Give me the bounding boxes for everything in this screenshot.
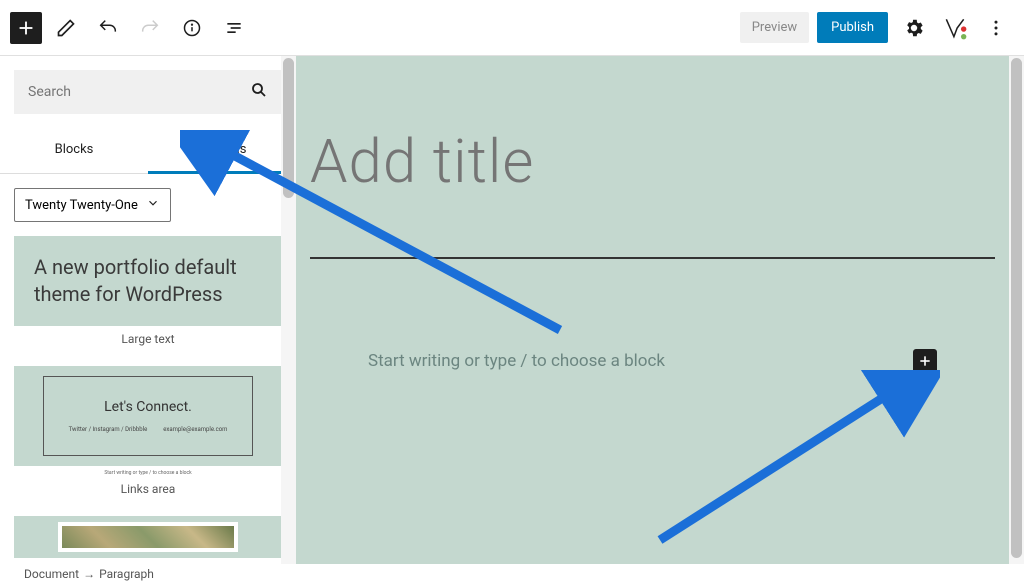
undo-icon[interactable] [90,10,126,46]
block-placeholder-text: Start writing or type / to choose a bloc… [368,351,913,371]
block-inserter-panel: Blocks Patterns Twenty Twenty-One A new … [0,56,296,564]
sidebar-scrollbar[interactable] [281,56,296,564]
tab-blocks[interactable]: Blocks [0,128,148,174]
title-underline [310,257,995,259]
tab-patterns[interactable]: Patterns [148,128,296,174]
inserter-tabs: Blocks Patterns [0,128,296,174]
pattern-item[interactable] [14,516,282,558]
default-block-appender[interactable]: Start writing or type / to choose a bloc… [310,349,995,373]
pattern-preview-image [14,516,282,558]
breadcrumb-arrow: → [83,567,95,581]
toolbar-right-group: Preview Publish [740,10,1014,46]
pattern-item[interactable]: A new portfolio default theme for WordPr… [14,236,282,360]
toggle-inserter-button[interactable] [10,12,42,44]
pattern-image-placeholder [58,522,238,552]
sidebar-scroll-thumb[interactable] [283,58,294,198]
publish-button[interactable]: Publish [817,12,888,43]
search-field-wrap [14,70,282,114]
breadcrumb-paragraph[interactable]: Paragraph [99,567,154,581]
outline-icon[interactable] [216,10,252,46]
links-title: Let's Connect. [104,398,192,417]
search-input[interactable] [28,84,250,100]
details-icon[interactable] [174,10,210,46]
pattern-label: Large text [14,326,282,360]
editor-toolbar: Preview Publish [0,0,1024,56]
pattern-category-label: Twenty Twenty-One [25,198,138,213]
search-icon [250,81,268,103]
links-frame: Let's Connect. Twitter / Instagram / Dri… [43,376,253,456]
canvas-scroll-thumb[interactable] [1011,58,1022,558]
settings-icon[interactable] [896,10,932,46]
editor-canvas-wrap: Start writing or type / to choose a bloc… [296,56,1024,564]
editor-canvas[interactable]: Start writing or type / to choose a bloc… [296,56,1009,564]
pattern-label: Links area [14,476,282,510]
redo-icon[interactable] [132,10,168,46]
toolbar-left-group [10,10,252,46]
pattern-category-select[interactable]: Twenty Twenty-One [14,188,171,222]
yoast-icon[interactable] [940,13,970,43]
chevron-down-icon [146,196,160,214]
links-row: Twitter / Instagram / Dribbble example@e… [69,426,228,434]
add-block-button[interactable] [913,349,937,373]
breadcrumb-document[interactable]: Document [24,567,79,581]
post-title-input[interactable] [310,126,995,197]
canvas-scrollbar[interactable] [1009,56,1024,564]
more-options-icon[interactable] [978,10,1014,46]
pattern-preview-links: Let's Connect. Twitter / Instagram / Dri… [14,366,282,466]
pattern-preview-large-text: A new portfolio default theme for WordPr… [14,236,282,326]
block-breadcrumb[interactable]: Document → Paragraph [0,564,296,584]
main-area: Blocks Patterns Twenty Twenty-One A new … [0,56,1024,564]
preview-button[interactable]: Preview [740,12,809,43]
edit-mode-icon[interactable] [48,10,84,46]
pattern-item[interactable]: Let's Connect. Twitter / Instagram / Dri… [14,366,282,510]
